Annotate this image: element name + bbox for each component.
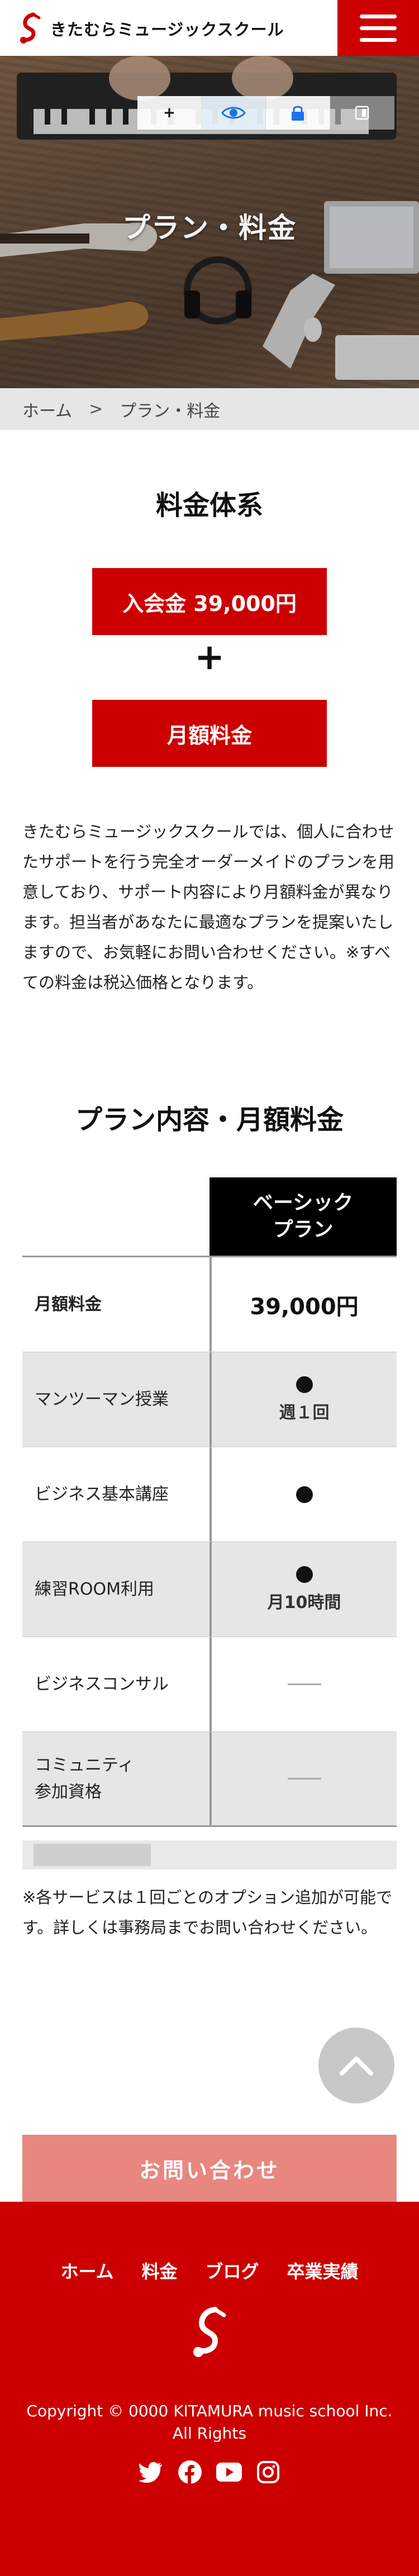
table-row: マンツーマン授業 週１回: [22, 1352, 397, 1447]
instagram-icon: [257, 2461, 279, 2483]
plan-name-line1: ベーシック: [253, 1191, 354, 1214]
lock-icon: [292, 106, 304, 121]
footer-logo-icon[interactable]: [187, 2305, 232, 2361]
not-included-dash-icon: [287, 1778, 321, 1780]
twitter-icon: [139, 2462, 162, 2483]
row-label-line1: コミュニティ: [35, 1755, 135, 1775]
row-value: [210, 1637, 397, 1731]
row-label: ビジネスコンサル: [35, 1674, 169, 1694]
menu-bar: [360, 26, 397, 30]
menu-bar: [360, 14, 397, 18]
page-title: プラン・料金: [122, 212, 297, 244]
footer-link-pricing[interactable]: 料金: [142, 2258, 178, 2283]
eye-icon: [221, 107, 246, 119]
table-row: ビジネス基本講座: [22, 1447, 397, 1542]
menu-bar: [360, 37, 397, 42]
plan-name-line2: プラン: [273, 1218, 334, 1241]
footer-link-graduates[interactable]: 卒業実績: [287, 2258, 359, 2283]
youtube-icon: [216, 2463, 242, 2482]
row-label: マンツーマン授業: [35, 1389, 169, 1409]
instagram-link[interactable]: [255, 2459, 282, 2486]
site-header: きたむらミュージックスクール: [0, 0, 419, 56]
row-label: 練習ROOM利用: [35, 1579, 154, 1599]
row-value: 月10時間: [210, 1542, 397, 1637]
options-note: ※各サービスは１回ごとのオプション追加が可能です。詳しくは事務局までお問い合わせ…: [22, 1888, 393, 1937]
plan-column-header: ベーシック プラン: [210, 1177, 397, 1256]
table-horizontal-scrollbar[interactable]: [22, 1840, 397, 1869]
breadcrumb-home-link[interactable]: ホーム: [22, 397, 72, 422]
breadcrumb-current: プラン・料金: [120, 401, 221, 421]
hamburger-menu-button[interactable]: [337, 0, 419, 56]
pricing-description: きたむらミュージックスクールでは、個人に合わせたサポートを行う完全オーダーメイド…: [22, 822, 394, 992]
row-label: ビジネス基本講座: [35, 1484, 169, 1504]
reader-icon: [355, 106, 369, 120]
row-label: コミュニティ 参加資格: [35, 1732, 202, 1825]
table-row: コミュニティ 参加資格: [22, 1732, 397, 1827]
facebook-icon: [178, 2460, 202, 2484]
hero-banner: + プラン・料金: [0, 56, 419, 388]
plus-icon: +: [163, 104, 175, 121]
back-to-top-button[interactable]: [318, 2028, 394, 2103]
breadcrumb: ホーム > プラン・料金: [0, 388, 419, 430]
social-links: [0, 2459, 419, 2486]
copyright-line2: All Rights: [173, 2424, 246, 2443]
row-value: 週１回: [210, 1352, 397, 1447]
row-value: 39,000円: [210, 1257, 397, 1352]
footer-link-blog[interactable]: ブログ: [206, 2258, 259, 2283]
footer-link-home[interactable]: ホーム: [60, 2258, 113, 2283]
row-label-line2: 参加資格: [35, 1782, 102, 1802]
facebook-link[interactable]: [177, 2459, 203, 2486]
chevron-up-icon: [340, 2057, 373, 2076]
breadcrumb-separator: >: [89, 399, 103, 419]
row-value: [210, 1732, 397, 1825]
table-row: 練習ROOM利用 月10時間: [22, 1542, 397, 1637]
floating-toolbar: +: [137, 96, 394, 130]
monthly-price: 39,000円: [250, 1294, 359, 1320]
frequency-text: 週１回: [279, 1403, 330, 1423]
preview-button[interactable]: [202, 96, 266, 130]
youtube-link[interactable]: [216, 2459, 242, 2486]
logo-mark-icon: [20, 12, 41, 44]
lock-button[interactable]: [266, 96, 330, 130]
included-dot-icon: [296, 1486, 313, 1503]
plus-sign: +: [194, 637, 225, 678]
contact-button[interactable]: お問い合わせ: [22, 2135, 397, 2202]
table-row: 月額料金 39,000円: [22, 1257, 397, 1352]
copyright-line1: Copyright © 0000 KITAMURA music school I…: [26, 2402, 393, 2420]
brand-name: きたむらミュージックスクール: [50, 20, 284, 39]
site-footer: ホーム 料金 ブログ 卒業実績 Copyright © 0000 KITAMUR…: [0, 2202, 419, 2576]
pricing-heading: 料金体系: [155, 490, 263, 521]
add-button[interactable]: +: [137, 96, 202, 130]
reader-button[interactable]: [330, 96, 394, 130]
site-logo[interactable]: きたむらミュージックスクール: [17, 12, 284, 45]
table-row: ビジネスコンサル: [22, 1637, 397, 1732]
plan-rows: 月額料金 39,000円 マンツーマン授業 週１回 ビジネス基本講座 練習ROO…: [22, 1256, 397, 1827]
row-label: 月額料金: [35, 1294, 102, 1314]
frequency-text: 月10時間: [267, 1592, 341, 1613]
included-dot-icon: [296, 1376, 313, 1393]
included-dot-icon: [296, 1566, 313, 1583]
footer-nav: ホーム 料金 ブログ 卒業実績: [0, 2258, 419, 2283]
plan-heading: プラン内容・月額料金: [75, 1104, 344, 1136]
twitter-link[interactable]: [137, 2459, 164, 2486]
scrollbar-thumb[interactable]: [34, 1844, 151, 1866]
entry-fee-box: 入会金 39,000円: [92, 568, 327, 635]
row-value: [210, 1447, 397, 1542]
not-included-dash-icon: [287, 1683, 321, 1685]
copyright: Copyright © 0000 KITAMURA music school I…: [0, 2400, 419, 2445]
monthly-fee-box: 月額料金: [92, 700, 327, 767]
